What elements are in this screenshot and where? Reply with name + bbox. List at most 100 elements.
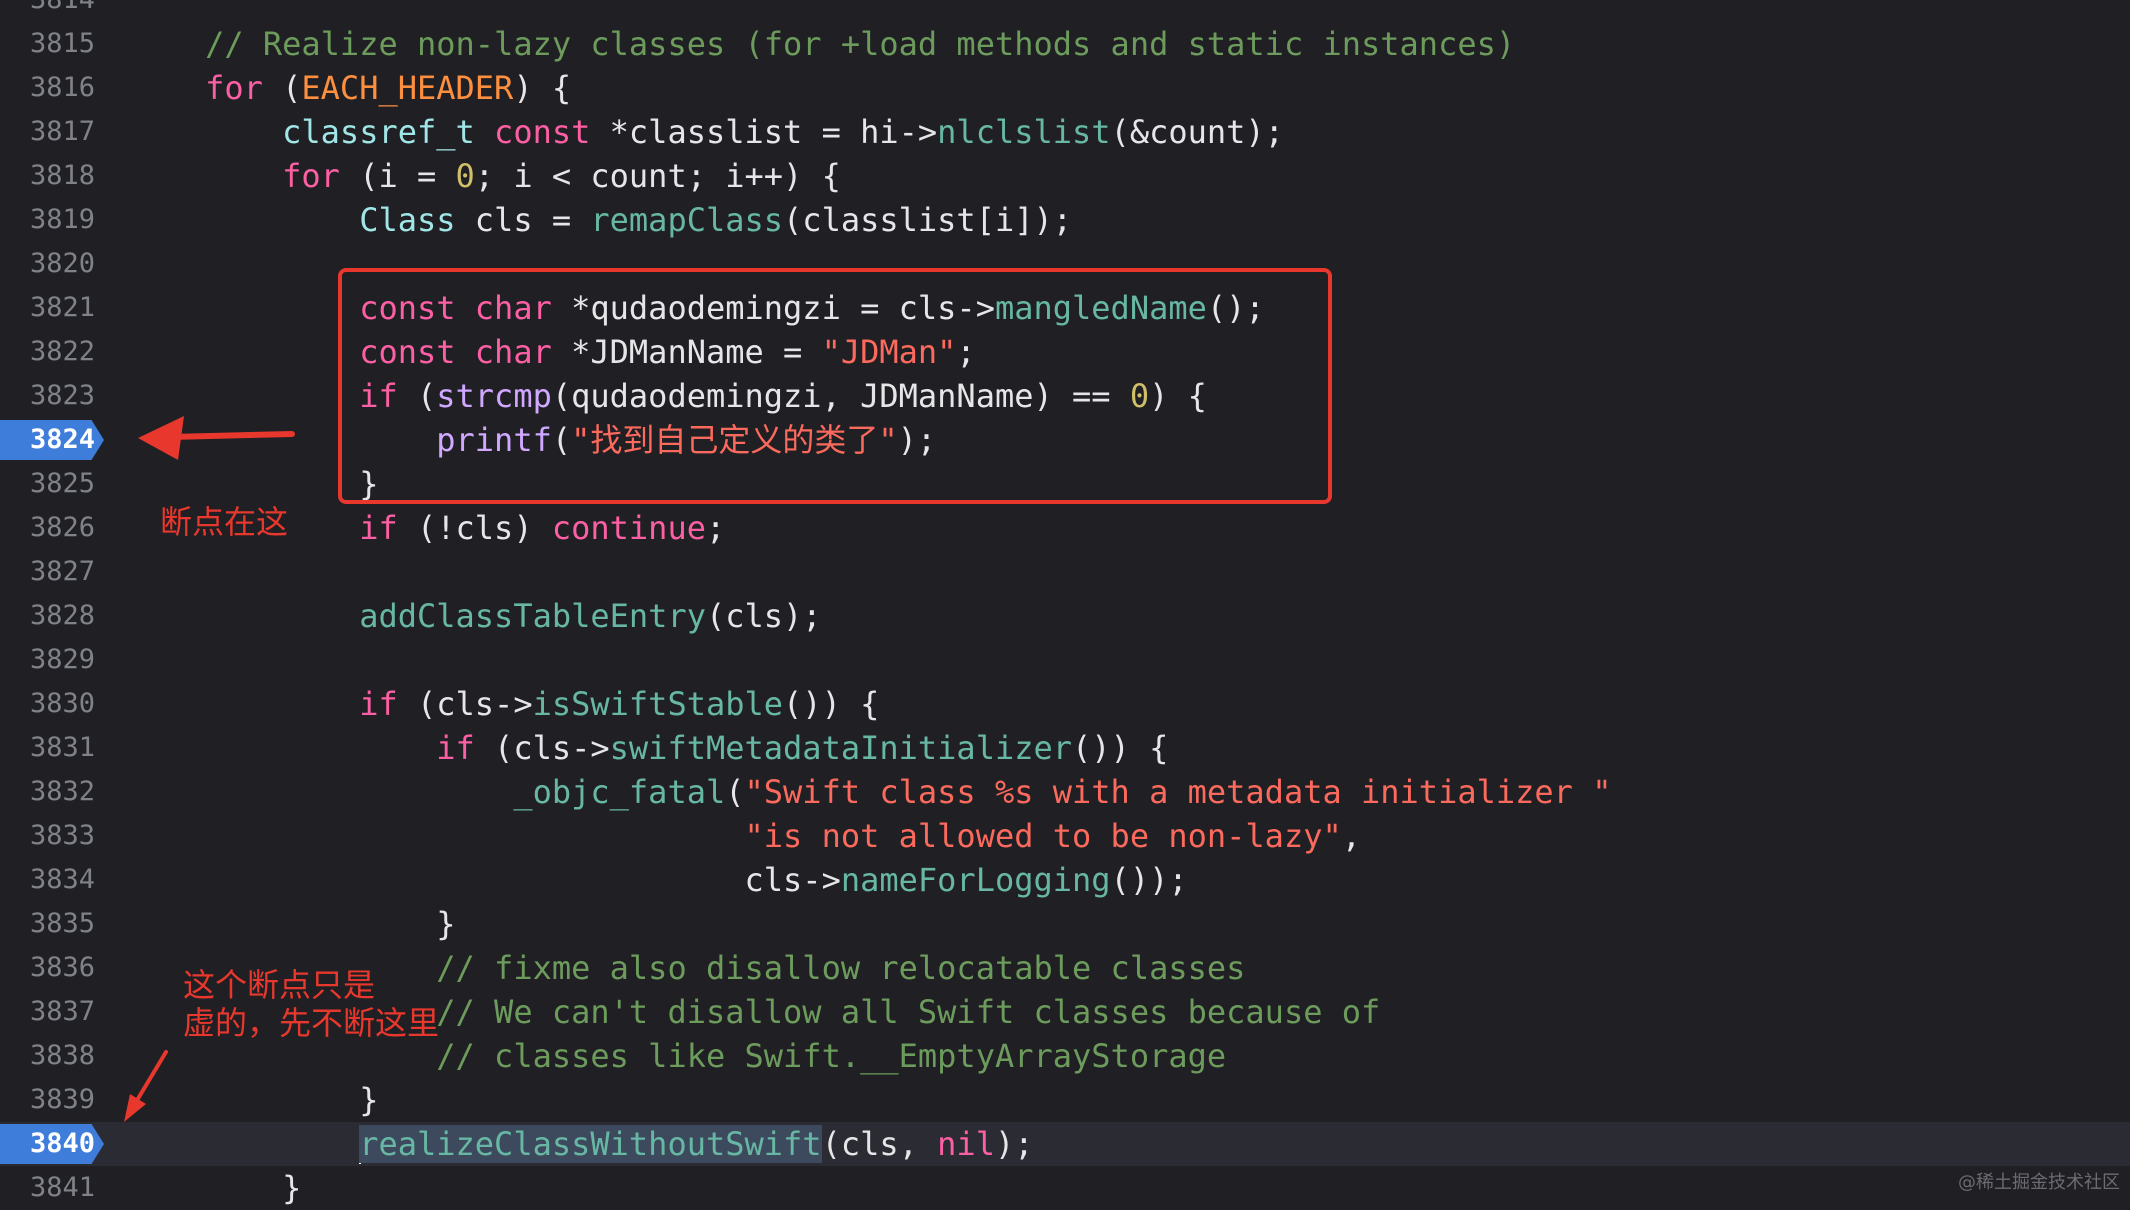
code-token: *classlist = hi->: [590, 113, 938, 151]
code-token: for: [282, 157, 340, 195]
line-number[interactable]: 3834: [0, 858, 95, 902]
code-token: ()) {: [1072, 729, 1169, 767]
line-number[interactable]: 3835: [0, 902, 95, 946]
code-token: EACH_HEADER: [301, 69, 514, 107]
code-editor[interactable]: 38143815 // Realize non-lazy classes (fo…: [0, 0, 2130, 1207]
code-token: (i =: [339, 157, 456, 195]
code-text[interactable]: addClassTableEntry(cls);: [128, 594, 822, 638]
code-token: if: [359, 509, 398, 547]
code-line[interactable]: 3841 }: [0, 1166, 2130, 1210]
code-line[interactable]: 3815 // Realize non-lazy classes (for +l…: [0, 22, 2130, 66]
code-text[interactable]: if (cls->isSwiftStable()) {: [128, 682, 879, 726]
code-token: ());: [1110, 861, 1188, 899]
code-line[interactable]: 3833 "is not allowed to be non-lazy",: [0, 814, 2130, 858]
code-token: nlclslist: [937, 113, 1111, 151]
code-line[interactable]: 3828 addClassTableEntry(cls);: [0, 594, 2130, 638]
code-token: // We can't disallow all Swift classes b…: [436, 993, 1381, 1031]
line-number[interactable]: 3824: [0, 418, 95, 462]
line-number[interactable]: 3832: [0, 770, 95, 814]
annotation-virtual-line1: 这个断点只是: [183, 966, 376, 1004]
line-number[interactable]: 3833: [0, 814, 95, 858]
code-token: continue: [551, 509, 706, 547]
code-text[interactable]: for (EACH_HEADER) {: [128, 66, 571, 110]
code-text[interactable]: if (cls->swiftMetadataInitializer()) {: [128, 726, 1168, 770]
code-text[interactable]: // Realize non-lazy classes (for +load m…: [128, 22, 1515, 66]
line-number[interactable]: 3826: [0, 506, 95, 550]
code-token: (cls);: [705, 597, 822, 635]
code-line[interactable]: 3832 _objc_fatal("Swift class %s with a …: [0, 770, 2130, 814]
code-token: realizeClassWithoutSwift: [359, 1125, 822, 1163]
code-token: if: [436, 729, 475, 767]
line-number[interactable]: 3825: [0, 462, 95, 506]
line-number[interactable]: 3821: [0, 286, 95, 330]
code-token: for: [205, 69, 263, 107]
code-line[interactable]: 3816 for (EACH_HEADER) {: [0, 66, 2130, 110]
line-number[interactable]: 3840: [0, 1122, 95, 1166]
code-token: cls =: [455, 201, 591, 239]
line-number[interactable]: 3822: [0, 330, 95, 374]
line-number[interactable]: 3816: [0, 66, 95, 110]
line-number[interactable]: 3838: [0, 1034, 95, 1078]
code-token: remapClass: [590, 201, 784, 239]
line-number[interactable]: 3823: [0, 374, 95, 418]
line-number[interactable]: 3830: [0, 682, 95, 726]
line-number[interactable]: 3827: [0, 550, 95, 594]
code-line[interactable]: 3829: [0, 638, 2130, 682]
code-token: (cls,: [821, 1125, 938, 1163]
line-number[interactable]: 3818: [0, 154, 95, 198]
code-text[interactable]: _objc_fatal("Swift class %s with a metad…: [128, 770, 1611, 814]
code-text[interactable]: for (i = 0; i < count; i++) {: [128, 154, 841, 198]
line-number[interactable]: 3831: [0, 726, 95, 770]
code-token: 0: [455, 157, 475, 195]
code-line[interactable]: 3830 if (cls->isSwiftStable()) {: [0, 682, 2130, 726]
code-token: ,: [1341, 817, 1361, 855]
code-text[interactable]: "is not allowed to be non-lazy",: [128, 814, 1362, 858]
code-line[interactable]: 3839 }: [0, 1078, 2130, 1122]
line-number[interactable]: 3815: [0, 22, 95, 66]
code-line[interactable]: 3826 if (!cls) continue;: [0, 506, 2130, 550]
code-text[interactable]: Class cls = remapClass(classlist[i]);: [128, 198, 1072, 242]
code-token: ; i < count; i++) {: [474, 157, 841, 195]
line-number[interactable]: 3828: [0, 594, 95, 638]
code-text[interactable]: realizeClassWithoutSwift(cls, nil);: [128, 1122, 1033, 1166]
code-line[interactable]: 3827: [0, 550, 2130, 594]
line-number[interactable]: 3814: [0, 0, 95, 22]
code-token: // Realize non-lazy classes (for +load m…: [205, 25, 1516, 63]
code-token: (!cls): [397, 509, 552, 547]
highlight-box: [338, 268, 1332, 504]
code-token: nameForLogging: [840, 861, 1111, 899]
line-number[interactable]: 3836: [0, 946, 95, 990]
code-text[interactable]: }: [128, 1166, 301, 1210]
code-token: ()) {: [783, 685, 880, 723]
line-number[interactable]: 3817: [0, 110, 95, 154]
line-number[interactable]: 3819: [0, 198, 95, 242]
code-line[interactable]: 3817 classref_t const *classlist = hi->n…: [0, 110, 2130, 154]
watermark: @稀土掘金技术社区: [1958, 1172, 2120, 1193]
line-number[interactable]: 3829: [0, 638, 95, 682]
code-token: }: [128, 1081, 379, 1119]
line-number[interactable]: 3837: [0, 990, 95, 1034]
code-line[interactable]: 3835 }: [0, 902, 2130, 946]
code-text[interactable]: classref_t const *classlist = hi->nlclsl…: [128, 110, 1284, 154]
code-line[interactable]: 3831 if (cls->swiftMetadataInitializer()…: [0, 726, 2130, 770]
line-number[interactable]: 3841: [0, 1166, 95, 1210]
code-token: if: [359, 685, 398, 723]
code-line[interactable]: 3834 cls->nameForLogging());: [0, 858, 2130, 902]
code-line[interactable]: 3814: [0, 0, 2130, 22]
line-number[interactable]: 3839: [0, 1078, 95, 1122]
code-line[interactable]: 3819 Class cls = remapClass(classlist[i]…: [0, 198, 2130, 242]
code-token: // fixme also disallow relocatable class…: [436, 949, 1246, 987]
code-text[interactable]: }: [128, 902, 456, 946]
code-text[interactable]: }: [128, 1078, 378, 1122]
code-line[interactable]: 3818 for (i = 0; i < count; i++) {: [0, 154, 2130, 198]
code-token: }: [128, 905, 456, 943]
code-token: }: [128, 1169, 302, 1207]
line-number[interactable]: 3820: [0, 242, 95, 286]
code-line[interactable]: 3840 realizeClassWithoutSwift(cls, nil);: [0, 1122, 2130, 1166]
code-text[interactable]: cls->nameForLogging());: [128, 858, 1188, 902]
